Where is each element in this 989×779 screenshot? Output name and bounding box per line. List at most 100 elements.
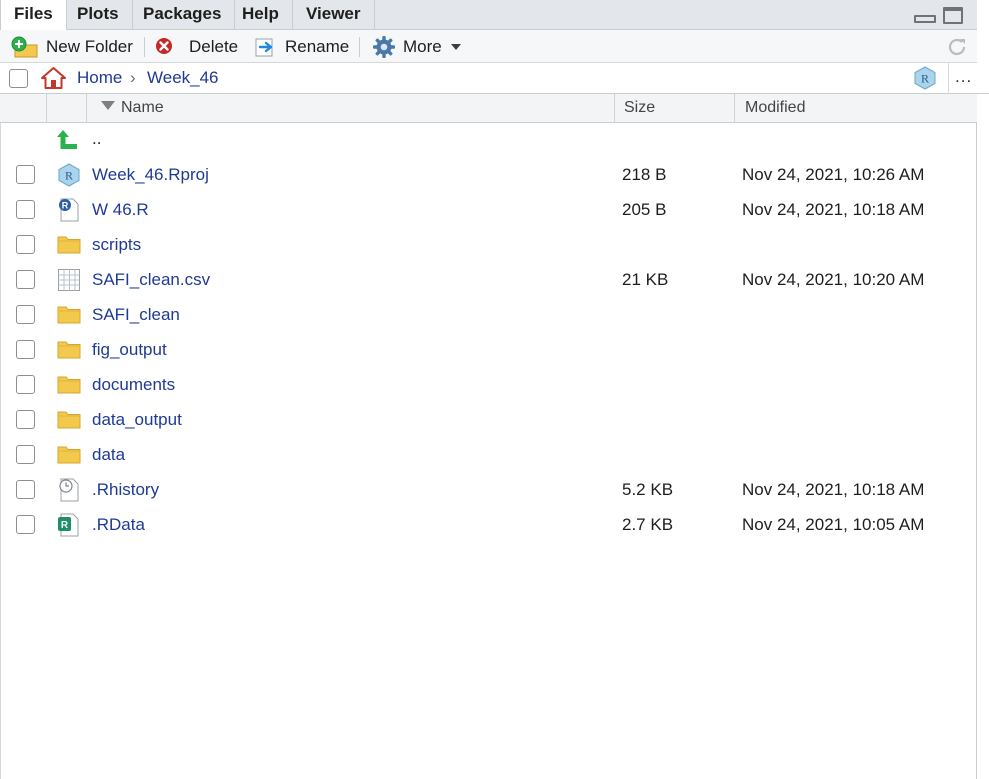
folder-icon [57,446,81,464]
row-checkbox[interactable] [16,515,35,534]
file-modified: Nov 24, 2021, 10:18 AM [742,200,925,219]
breadcrumb: Home › Week_46 R ... [0,63,989,94]
tab-viewer[interactable]: Viewer [293,0,375,30]
tab-files[interactable]: Files [0,0,67,31]
tab-viewer-label: Viewer [306,4,361,23]
file-row[interactable]: R W 46.R 205 B Nov 24, 2021, 10:18 AM [1,193,976,228]
r-script-icon: R [59,198,79,222]
folder-icon [57,376,81,394]
tab-plots[interactable]: Plots [64,0,133,30]
folder-row[interactable]: data [1,438,976,473]
rproj-icon: R [58,163,80,187]
tab-help-label: Help [242,4,279,23]
toolbar-divider [359,37,360,57]
tab-packages[interactable]: Packages [130,0,236,30]
file-list: .. R Week_46.Rproj 218 B Nov 24, 2021, 1… [0,123,977,779]
folder-icon [57,306,81,324]
rename-button[interactable]: Rename [254,30,349,63]
rename-icon [255,38,273,56]
folder-row[interactable]: data_output [1,403,976,438]
new-folder-button[interactable]: New Folder [11,30,133,63]
file-name-link[interactable]: .RData [92,515,145,535]
breadcrumb-current-folder[interactable]: Week_46 [147,68,219,88]
sort-by-size-header[interactable]: Size [615,94,735,123]
file-modified: Nov 24, 2021, 10:18 AM [742,480,925,499]
parent-directory-row[interactable]: .. [1,123,976,158]
rhistory-icon [59,478,79,502]
row-checkbox[interactable] [16,235,35,254]
modified-column-label: Modified [745,99,806,116]
gear-icon [373,35,395,58]
svg-text:R: R [61,520,69,531]
folder-name-link[interactable]: scripts [92,235,141,255]
folder-name-link[interactable]: fig_output [92,340,167,360]
delete-label: Delete [189,36,239,56]
size-column-label: Size [624,99,656,116]
svg-text:R: R [62,201,69,211]
row-checkbox[interactable] [16,305,35,324]
row-checkbox[interactable] [16,480,35,499]
file-name-link[interactable]: SAFI_clean.csv [92,270,210,290]
folder-name-link[interactable]: documents [92,375,175,395]
more-label: More [403,36,442,56]
minimize-pane-button[interactable] [914,15,936,23]
rename-label: Rename [285,36,350,56]
folder-name-link[interactable]: SAFI_clean [92,305,180,325]
sort-by-name-header[interactable]: Name [87,94,615,123]
name-column-label: Name [121,99,164,116]
row-checkbox[interactable] [16,270,35,289]
folder-icon [57,411,81,429]
tab-help[interactable]: Help [229,0,293,30]
row-checkbox[interactable] [16,445,35,464]
file-modified: Nov 24, 2021, 10:26 AM [742,165,925,184]
folder-row[interactable]: scripts [1,228,976,263]
new-folder-label: New Folder [46,36,133,56]
file-name-link[interactable]: .Rhistory [92,480,159,500]
breadcrumb-overflow-menu[interactable]: ... [955,67,972,87]
file-row[interactable]: R .RData 2.7 KB Nov 24, 2021, 10:05 AM [1,508,976,543]
folder-name-link[interactable]: data [92,445,125,465]
folder-name-link[interactable]: data_output [92,410,182,430]
file-row[interactable]: .Rhistory 5.2 KB Nov 24, 2021, 10:18 AM [1,473,976,508]
file-size: 5.2 KB [622,480,674,499]
svg-text:R: R [921,72,929,86]
folder-row[interactable]: SAFI_clean [1,298,976,333]
file-name-link[interactable]: Week_46.Rproj [92,165,209,185]
folder-row[interactable]: fig_output [1,333,976,368]
header-type-column[interactable] [47,94,87,123]
file-size: 205 B [622,200,667,219]
tab-packages-label: Packages [143,4,222,23]
pane-tab-bar: Files Plots Packages Help Viewer [0,0,977,31]
breadcrumb-separator: › [130,68,136,87]
row-checkbox[interactable] [16,340,35,359]
tab-plots-label: Plots [77,4,119,23]
delete-button[interactable]: Delete [155,30,238,63]
file-row[interactable]: SAFI_clean.csv 21 KB Nov 24, 2021, 10:20… [1,263,976,298]
folder-icon [57,341,81,359]
parent-directory-label: .. [92,129,102,148]
file-size: 218 B [622,165,667,184]
csv-file-icon [58,269,80,291]
maximize-pane-button[interactable] [943,7,963,24]
file-modified: Nov 24, 2021, 10:05 AM [742,515,925,534]
delete-icon [156,37,172,54]
row-checkbox[interactable] [16,165,35,184]
more-menu-button[interactable]: More [372,30,461,63]
home-icon[interactable] [40,66,67,90]
file-name-link[interactable]: W 46.R [92,200,149,220]
sort-by-modified-header[interactable]: Modified [735,94,977,123]
refresh-button[interactable] [945,35,969,64]
new-folder-icon [11,36,38,57]
breadcrumb-home[interactable]: Home [77,68,122,88]
rproj-icon: R [914,66,936,90]
folder-row[interactable]: documents [1,368,976,403]
file-list-header: Name Size Modified [0,94,977,123]
go-to-project-directory-button[interactable]: R [913,66,937,95]
row-checkbox[interactable] [16,375,35,394]
select-all-checkbox[interactable] [9,69,28,88]
row-checkbox[interactable] [16,200,35,219]
file-modified: Nov 24, 2021, 10:20 AM [742,270,925,289]
svg-text:R: R [65,169,73,183]
row-checkbox[interactable] [16,410,35,429]
file-row[interactable]: R Week_46.Rproj 218 B Nov 24, 2021, 10:2… [1,158,976,193]
